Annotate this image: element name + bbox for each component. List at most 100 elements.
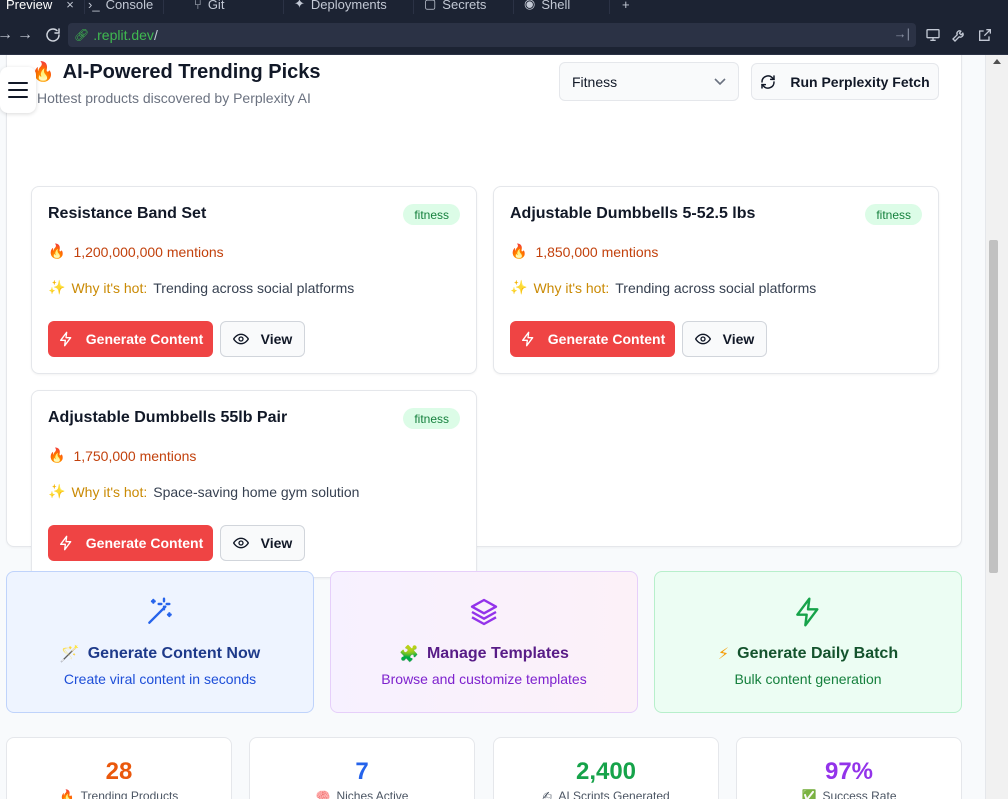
why-text: Trending across social platforms: [153, 279, 355, 296]
fire-icon: 🔥: [510, 243, 528, 259]
view-label: View: [260, 535, 293, 551]
view-label: View: [722, 331, 755, 347]
mentions-count: 🔥 1,850,000 mentions: [510, 243, 658, 260]
sparkles-icon: ✨: [510, 279, 528, 295]
why-hot: ✨ Why it's hot: Trending across social pla…: [48, 279, 354, 296]
browser-tab-bar: Preview × ›_ Console ⑂ Git ✦ Deployments ▢ Se…: [0, 0, 1008, 14]
why-label: Why it's hot:: [533, 279, 610, 296]
lightning-icon: [59, 331, 72, 347]
generate-label: Generate Content: [85, 331, 204, 347]
product-card: Adjustable Dumbbells 55lb Pair fitness 🔥…: [31, 390, 477, 578]
lightning-icon: [59, 535, 72, 551]
tab-preview[interactable]: Preview ×: [0, 0, 85, 14]
plus-icon: +: [622, 0, 630, 12]
mentions-count: 🔥 1,750,000 mentions: [48, 447, 196, 464]
check-mark-icon: ✅: [801, 789, 817, 799]
stat-label: Trending Products: [80, 789, 179, 799]
page-subtitle: Hottest products discovered by Perplexit…: [37, 90, 311, 106]
close-icon[interactable]: ×: [66, 0, 74, 12]
fire-icon: 🔥: [48, 447, 66, 463]
open-external-icon[interactable]: [976, 26, 994, 44]
scrollbar-thumb[interactable]: [989, 240, 998, 573]
tab-label: Preview: [6, 0, 53, 12]
stat-card-ai-scripts: 2,400 ✍ AI Scripts Generated: [493, 737, 719, 799]
stat-value: 28: [105, 758, 133, 785]
shell-icon: ◉: [524, 0, 536, 11]
niche-select[interactable]: Fitness: [559, 62, 739, 101]
vertical-scrollbar[interactable]: [985, 55, 1008, 799]
reload-icon[interactable]: [42, 24, 64, 46]
stat-card-success-rate: 97% ✅ Success Rate: [736, 737, 962, 799]
why-text: Space-saving home gym solution: [153, 483, 360, 500]
view-button[interactable]: View: [220, 525, 305, 561]
eye-icon: [232, 333, 249, 345]
forward-icon[interactable]: →: [14, 24, 36, 46]
page-title-text: AI-Powered Trending Picks: [62, 60, 321, 83]
why-label: Why it's hot:: [71, 483, 148, 500]
action-desc: Browse and customize templates: [381, 671, 587, 687]
tab-label: Secrets: [442, 0, 487, 12]
wand-emoji-icon: 🪄: [59, 646, 80, 663]
stat-card-trending-products: 28 🔥 Trending Products: [6, 737, 232, 799]
niche-badge: fitness: [865, 204, 922, 225]
product-name: Resistance Band Set: [48, 205, 207, 222]
tab-secrets[interactable]: ▢ Secrets: [414, 0, 514, 14]
wrench-icon[interactable]: [950, 26, 968, 44]
view-button[interactable]: View: [220, 321, 305, 357]
zap-emoji-icon: ⚡: [717, 646, 730, 663]
link-icon: 🔗︎: [74, 28, 90, 42]
tab-deployments[interactable]: ✦ Deployments: [284, 0, 414, 14]
stat-label: Success Rate: [822, 789, 897, 799]
scroll-up-arrow-icon[interactable]: [993, 59, 1001, 64]
address-bar-row: → → 🔗︎ .replit.dev / →|: [0, 14, 1008, 55]
action-title: Generate Content Now: [87, 645, 261, 662]
product-name: Adjustable Dumbbells 5-52.5 lbs: [510, 205, 756, 222]
manage-templates-card[interactable]: 🧩 Manage Templates Browse and customize t…: [330, 571, 638, 713]
generate-content-button[interactable]: Generate Content: [510, 321, 675, 357]
eye-icon: [694, 333, 711, 345]
go-arrow-icon[interactable]: →|: [894, 26, 910, 41]
why-hot: ✨ Why it's hot: Space-saving home gym solu…: [48, 483, 359, 500]
git-icon: ⑂: [194, 0, 202, 12]
refresh-icon: [761, 74, 776, 89]
product-card: Resistance Band Set fitness 🔥 1,200,000,0…: [31, 186, 477, 374]
product-name: Adjustable Dumbbells 55lb Pair: [48, 409, 288, 426]
why-text: Trending across social platforms: [615, 279, 817, 296]
devices-icon[interactable]: [924, 26, 942, 44]
niche-badge: fitness: [403, 204, 460, 225]
tab-label: Shell: [541, 0, 571, 12]
mentions-count: 🔥 1,200,000,000 mentions: [48, 243, 224, 260]
generate-content-button[interactable]: Generate Content: [48, 525, 213, 561]
why-label: Why it's hot:: [71, 279, 148, 296]
tab-shell[interactable]: ◉ Shell: [514, 0, 610, 14]
brain-icon: 🧠: [315, 789, 331, 799]
run-perplexity-fetch-button[interactable]: Run Perplexity Fetch: [751, 63, 939, 100]
generate-label: Generate Content: [85, 535, 204, 551]
generate-daily-batch-card[interactable]: ⚡ Generate Daily Batch Bulk content gener…: [654, 571, 962, 713]
tab-label: Console: [105, 0, 154, 12]
tab-console[interactable]: ›_ Console: [78, 0, 165, 14]
run-button-label: Run Perplexity Fetch: [790, 73, 930, 90]
tab-git[interactable]: ⑂ Git: [184, 0, 284, 14]
product-card: Adjustable Dumbbells 5-52.5 lbs fitness …: [493, 186, 939, 374]
generate-content-button[interactable]: Generate Content: [48, 321, 213, 357]
puzzle-icon: 🧩: [399, 646, 419, 663]
niche-select-value: Fitness: [572, 73, 618, 90]
stat-value: 7: [355, 758, 369, 785]
action-title: Manage Templates: [426, 645, 569, 662]
generate-content-now-card[interactable]: 🪄 Generate Content Now Create viral conte…: [6, 571, 314, 713]
hamburger-menu-button[interactable]: [0, 67, 36, 113]
url-host: .replit.dev: [93, 27, 154, 43]
stat-label: Niches Active: [336, 789, 409, 799]
terminal-icon: ›_: [88, 0, 100, 12]
trending-picks-panel: 🔥 AI-Powered Trending Picks Hottest prod…: [6, 55, 962, 578]
new-tab-button[interactable]: +: [612, 0, 640, 14]
deploy-icon: ✦: [294, 0, 305, 11]
view-button[interactable]: View: [682, 321, 767, 357]
action-desc: Bulk content generation: [734, 671, 882, 687]
stat-card-niches-active: 7 🧠 Niches Active: [249, 737, 475, 799]
fire-icon: 🔥: [59, 789, 75, 799]
url-field[interactable]: 🔗︎ .replit.dev / →|: [68, 23, 916, 47]
chevron-down-icon: [714, 77, 726, 85]
layers-icon: [470, 598, 498, 626]
